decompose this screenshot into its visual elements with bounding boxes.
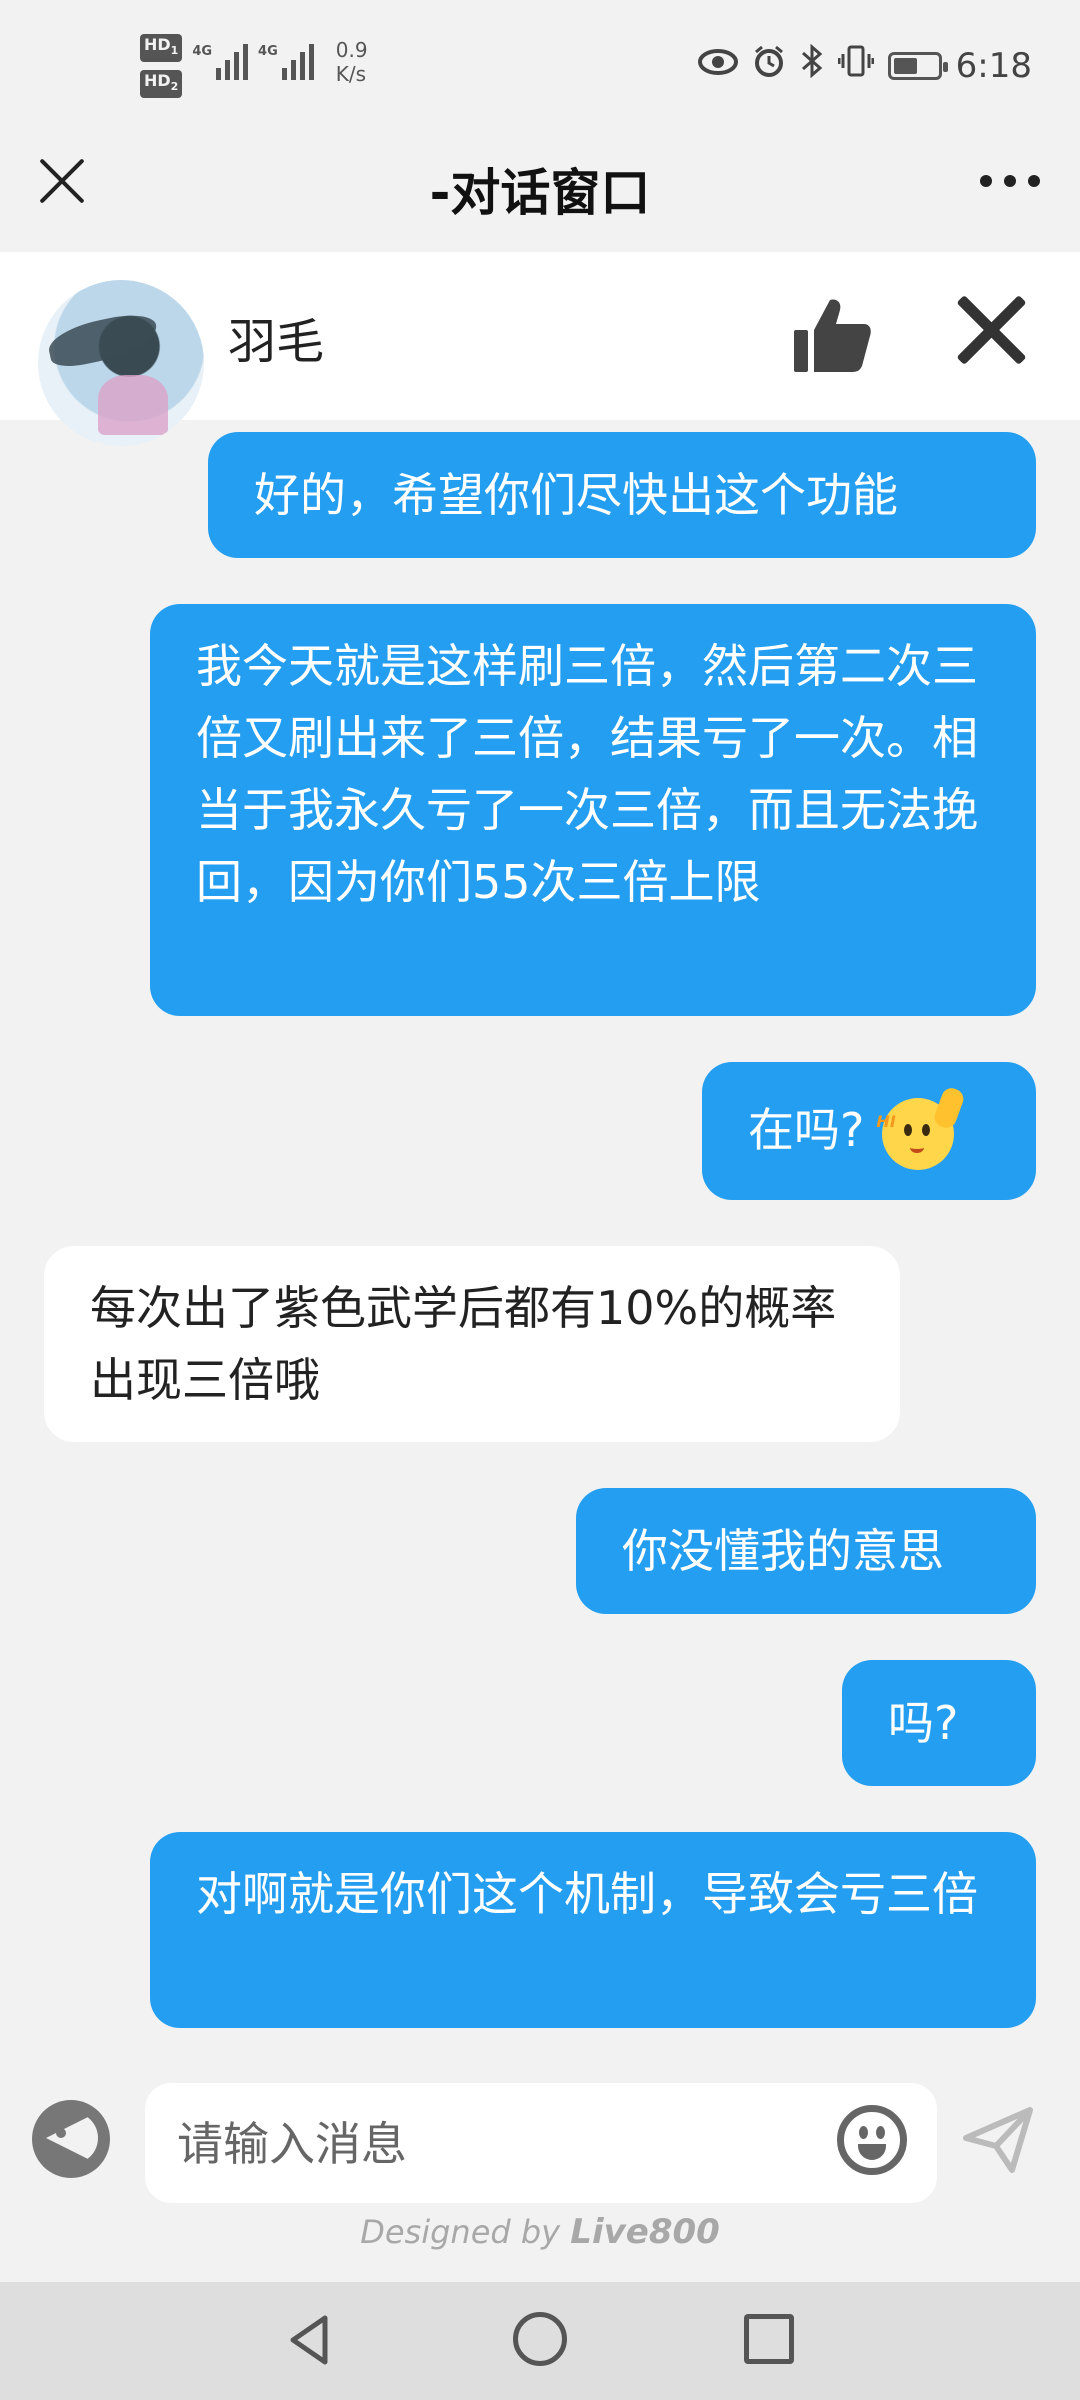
hd2-sub: 2 bbox=[170, 80, 179, 94]
back-icon[interactable] bbox=[283, 2312, 339, 2368]
agent-name: 羽毛 bbox=[228, 314, 325, 370]
eye-icon bbox=[697, 46, 738, 86]
status-right: 6:18 bbox=[697, 43, 1032, 87]
emoji-icon[interactable] bbox=[837, 2105, 907, 2175]
more-icon[interactable] bbox=[980, 175, 1040, 187]
message-input-box bbox=[145, 2083, 937, 2203]
agent-header: 羽毛 bbox=[0, 252, 1080, 446]
message-text: 好的，希望你们尽快出这个功能 bbox=[254, 468, 898, 522]
hd1-badge: HD1 bbox=[140, 34, 183, 63]
designed-by-footer: Designed by Live800 bbox=[0, 2212, 1080, 2252]
hi-wave-emoji: HI bbox=[876, 1084, 967, 1170]
clock: 6:18 bbox=[955, 45, 1032, 86]
brand-logo: Live800 bbox=[570, 2212, 720, 2252]
battery-icon bbox=[887, 51, 948, 80]
hd1-label: HD bbox=[144, 35, 171, 54]
hd1-sub: 1 bbox=[170, 44, 179, 58]
bluetooth-icon bbox=[800, 43, 824, 87]
close-chat-icon[interactable] bbox=[955, 294, 1027, 366]
message-bubble-outgoing: 你没懂我的意思 bbox=[576, 1488, 1036, 1614]
network-type-2: 4G bbox=[258, 44, 278, 59]
hd2-label: HD bbox=[144, 71, 171, 91]
message-text: 每次出了紫色武学后都有10%的概率出现三倍哦 bbox=[90, 1281, 837, 1407]
message-bubble-outgoing: 好的，希望你们尽快出这个功能 bbox=[208, 432, 1036, 558]
send-icon[interactable] bbox=[960, 2102, 1036, 2178]
designed-by-text: Designed by bbox=[360, 2213, 561, 2251]
avatar bbox=[38, 280, 204, 446]
message-text: 在吗? bbox=[748, 1103, 865, 1157]
speed-unit: K/s bbox=[335, 62, 367, 86]
vibrate-icon bbox=[837, 44, 875, 87]
alarm-icon bbox=[752, 44, 786, 87]
status-left: HD1 HD2 4G 4G 0.9 K/s bbox=[140, 34, 368, 99]
signal-icon-2: 4G bbox=[258, 34, 314, 80]
home-icon[interactable] bbox=[513, 2312, 567, 2366]
message-bubble-outgoing: 对啊就是你们这个机制，导致会亏三倍 bbox=[150, 1832, 1036, 2028]
message-bubble-outgoing: 我今天就是这样刷三倍，然后第二次三倍又刷出来了三倍，结果亏了一次。相当于我永久亏… bbox=[150, 604, 1036, 1016]
thumbs-up-icon[interactable] bbox=[790, 294, 874, 378]
message-bubble-outgoing: 在吗? HI bbox=[702, 1062, 1036, 1200]
message-bubble-outgoing: 吗? bbox=[842, 1660, 1036, 1786]
message-text: 你没懂我的意思 bbox=[622, 1524, 944, 1578]
emoji-label: HI bbox=[876, 1111, 896, 1131]
message-input[interactable] bbox=[175, 2103, 819, 2185]
page-title: -对话窗口 bbox=[429, 164, 651, 222]
speed-value: 0.9 bbox=[335, 38, 368, 62]
message-bubble-incoming: 每次出了紫色武学后都有10%的概率出现三倍哦 bbox=[44, 1246, 900, 1442]
signal-icon-1: 4G bbox=[192, 34, 249, 80]
message-text: 我今天就是这样刷三倍，然后第二次三倍又刷出来了三倍，结果亏了一次。相当于我永久亏… bbox=[196, 639, 978, 909]
message-text: 吗? bbox=[888, 1696, 959, 1750]
input-bar bbox=[0, 2060, 1080, 2210]
network-type-1: 4G bbox=[192, 44, 213, 59]
navigation-bar bbox=[0, 2282, 1080, 2400]
message-text: 对啊就是你们这个机制，导致会亏三倍 bbox=[196, 1867, 978, 1921]
status-bar: HD1 HD2 4G 4G 0.9 K/s 6:18 bbox=[0, 0, 1080, 125]
service-logo-icon[interactable] bbox=[32, 2100, 110, 2178]
title-bar: -对话窗口 bbox=[0, 125, 1080, 252]
network-speed: 0.9 K/s bbox=[336, 38, 368, 86]
hd2-badge: HD2 bbox=[140, 70, 183, 99]
recent-apps-icon[interactable] bbox=[744, 2314, 794, 2364]
hd-indicators: HD1 HD2 bbox=[140, 34, 183, 99]
